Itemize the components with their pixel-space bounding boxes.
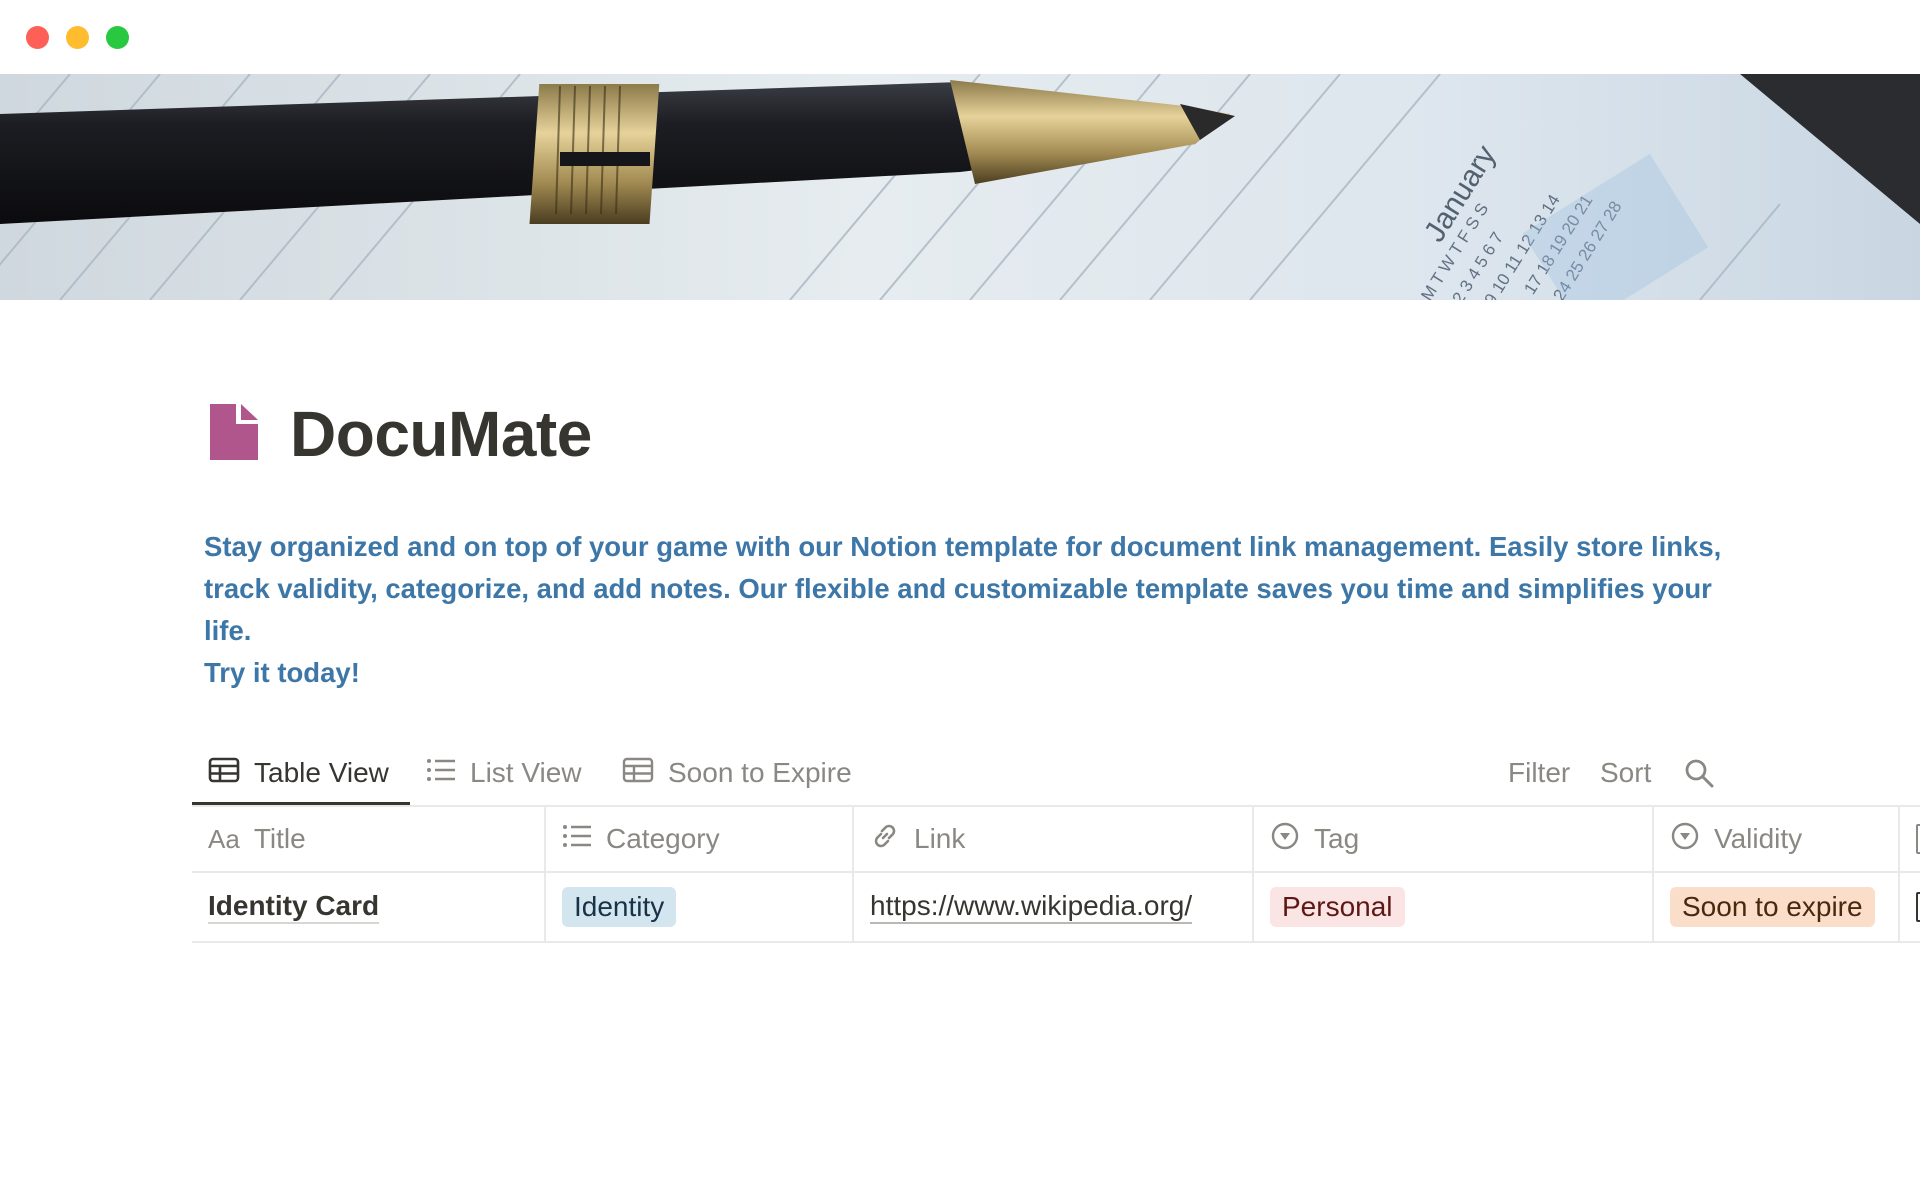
tab-soon-to-expire[interactable]: Soon to Expire [622, 742, 852, 804]
column-header-label: Category [606, 823, 720, 854]
select-icon [1270, 821, 1300, 858]
description-cta: Try it today! [204, 657, 360, 688]
document-icon[interactable] [208, 402, 260, 462]
table-top-border [192, 805, 1920, 807]
minimize-window-button[interactable] [66, 26, 89, 49]
close-window-button[interactable] [26, 26, 49, 49]
filter-button[interactable]: Filter [1508, 742, 1570, 804]
tab-label: Soon to Expire [668, 757, 852, 788]
link-cell[interactable]: https://www.wikipedia.org/ [870, 873, 1193, 941]
tag-pill: Personal [1270, 887, 1405, 927]
tab-table-view[interactable]: Table View [208, 742, 389, 804]
column-header-label: Tag [1314, 823, 1360, 854]
column-header-label: Title [253, 823, 306, 854]
select-icon [1670, 821, 1700, 858]
page-title: DocuMate [290, 398, 592, 470]
column-divider [1898, 805, 1900, 943]
column-divider [1252, 805, 1254, 943]
tag-cell[interactable]: Personal [1270, 873, 1405, 941]
maximize-window-button[interactable] [106, 26, 129, 49]
description-text: Stay organized and on top of your game w… [204, 531, 1722, 646]
row-link[interactable]: https://www.wikipedia.org/ [870, 890, 1193, 924]
column-header-validity[interactable]: Validity [1670, 807, 1802, 871]
link-icon [870, 821, 900, 858]
list-icon [426, 757, 456, 789]
column-header-link[interactable]: Link [870, 807, 965, 871]
column-header-label: Validity [1714, 823, 1803, 854]
database-table: Aa Title Category Link Tag Validity Iden… [192, 805, 1920, 943]
table-row[interactable]: Identity Card [208, 873, 380, 941]
tab-label: Table View [254, 757, 389, 788]
table-icon [622, 757, 654, 790]
column-divider [852, 805, 854, 943]
window-titlebar [0, 0, 1920, 74]
list-icon [562, 823, 592, 855]
cover-image[interactable]: January M T W T F S S 1 2 3 4 5 6 7 9 10… [0, 74, 1920, 300]
text-icon: Aa [208, 823, 240, 854]
tab-list-view[interactable]: List View [426, 742, 582, 804]
overflow-cell[interactable] [1916, 873, 1920, 941]
category-pill: Identity [562, 887, 677, 927]
validity-pill: Soon to expire [1670, 887, 1875, 927]
table-icon [208, 757, 240, 790]
validity-cell[interactable]: Soon to expire [1670, 873, 1875, 941]
column-divider [544, 805, 546, 943]
column-header-label: Link [914, 823, 966, 854]
tab-label: List View [470, 757, 582, 788]
category-cell[interactable]: Identity [562, 873, 677, 941]
column-divider [1652, 805, 1654, 943]
row-title[interactable]: Identity Card [208, 890, 380, 924]
column-header-overflow[interactable] [1916, 807, 1920, 871]
sort-button[interactable]: Sort [1600, 742, 1651, 804]
page-description: Stay organized and on top of your game w… [204, 526, 1724, 694]
column-header-title[interactable]: Aa Title [208, 807, 306, 871]
column-header-tag[interactable]: Tag [1270, 807, 1359, 871]
row-bottom-border [192, 941, 1920, 943]
column-header-category[interactable]: Category [562, 807, 720, 871]
view-tabs: Table View List View Soon to Expire Filt… [192, 742, 1920, 806]
search-icon[interactable] [1684, 742, 1714, 804]
